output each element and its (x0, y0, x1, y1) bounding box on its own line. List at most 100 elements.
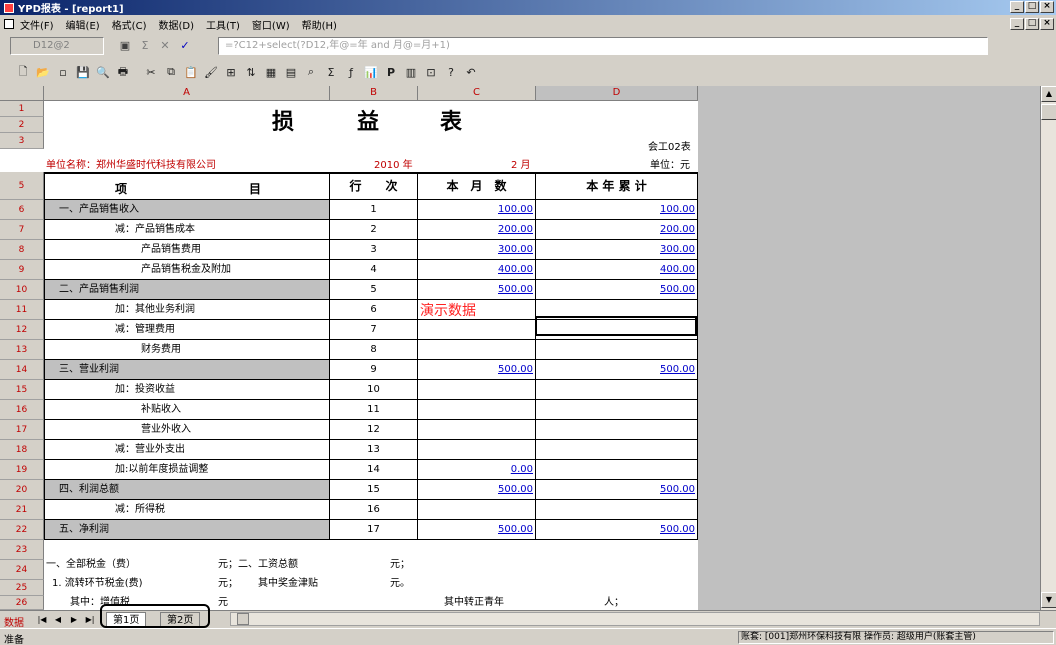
row-item-cell[interactable]: 产品销售税金及附加 (44, 260, 330, 280)
spreadsheet[interactable]: A B C D 1 2 3 5 6 7 8 9 10 11 12 13 14 15 16 17 18 19 20 21… (0, 86, 1040, 610)
row-header[interactable]: 21 (0, 500, 44, 520)
tab-page-2[interactable]: 第2页 (160, 612, 201, 628)
row-line-cell[interactable]: 6 (330, 300, 418, 320)
row-line-cell[interactable]: 3 (330, 240, 418, 260)
menu-tools[interactable]: 工具(T) (206, 17, 240, 32)
menu-help[interactable]: 帮助(H) (302, 17, 337, 32)
row-year-cell[interactable] (536, 420, 698, 440)
menu-edit[interactable]: 编辑(E) (66, 17, 100, 32)
row-header[interactable]: 16 (0, 400, 44, 420)
chart-icon[interactable]: 📊 (362, 63, 380, 81)
row-month-cell[interactable]: 500.00 (418, 520, 536, 540)
row-line-cell[interactable]: 17 (330, 520, 418, 540)
row-item-cell[interactable]: 营业外收入 (44, 420, 330, 440)
row-header[interactable]: 15 (0, 380, 44, 400)
row-month-cell[interactable] (418, 420, 536, 440)
row-line-cell[interactable]: 10 (330, 380, 418, 400)
row-year-cell[interactable] (536, 500, 698, 520)
sort-icon[interactable]: ⇅ (242, 63, 260, 81)
row-item-cell[interactable]: 四、利润总额 (44, 480, 330, 500)
document-icon[interactable] (4, 19, 14, 29)
row-item-cell[interactable]: 减：产品销售成本 (44, 220, 330, 240)
row-year-cell[interactable]: 300.00 (536, 240, 698, 260)
last-page-icon[interactable]: ▶| (84, 614, 96, 626)
new-icon[interactable]: 🗋 (14, 63, 32, 81)
row-year-cell[interactable]: 200.00 (536, 220, 698, 240)
row-month-cell[interactable]: 500.00 (418, 360, 536, 380)
row-item-cell[interactable]: 补贴收入 (44, 400, 330, 420)
header-line[interactable]: 行 次 (330, 172, 418, 200)
row-header[interactable]: 14 (0, 360, 44, 380)
row-header[interactable]: 5 (0, 172, 44, 200)
find-icon[interactable]: ⌕ (302, 63, 320, 81)
doc-close-button[interactable]: × (1040, 18, 1054, 30)
row-item-cell[interactable]: 产品销售费用 (44, 240, 330, 260)
menu-data[interactable]: 数据(D) (158, 17, 194, 32)
sum-tool-icon[interactable]: Σ (322, 63, 340, 81)
row-year-cell[interactable]: 100.00 (536, 200, 698, 220)
row-item-cell[interactable]: 减：所得税 (44, 500, 330, 520)
row-header[interactable]: 6 (0, 200, 44, 220)
row-line-cell[interactable]: 16 (330, 500, 418, 520)
row-header[interactable]: 7 (0, 220, 44, 240)
first-page-icon[interactable]: |◀ (36, 614, 48, 626)
row-item-cell[interactable]: 二、产品销售利润 (44, 280, 330, 300)
close-button[interactable]: × (1040, 1, 1054, 13)
row-header[interactable]: 24 (0, 560, 44, 580)
row-header[interactable]: 23 (0, 540, 44, 560)
row-header[interactable]: 22 (0, 520, 44, 540)
row-item-cell[interactable]: 加：投资收益 (44, 380, 330, 400)
row-year-cell[interactable] (536, 440, 698, 460)
row-header[interactable]: 2 (0, 117, 44, 133)
row-year-cell[interactable] (536, 380, 698, 400)
table-icon[interactable]: ▤ (282, 63, 300, 81)
row-item-cell[interactable]: 加：其他业务利润 (44, 300, 330, 320)
zoom-icon[interactable]: ⊡ (422, 63, 440, 81)
row-month-cell[interactable]: 100.00 (418, 200, 536, 220)
row-header[interactable]: 8 (0, 240, 44, 260)
row-month-cell[interactable] (418, 380, 536, 400)
header-year[interactable]: 本 年 累 计 (536, 172, 698, 200)
row-month-cell[interactable] (418, 400, 536, 420)
row-line-cell[interactable]: 2 (330, 220, 418, 240)
merge-icon[interactable]: ⊞ (222, 63, 240, 81)
cell-reference-box[interactable]: D12@2 (10, 37, 104, 55)
menu-file[interactable]: 文件(F) (20, 17, 54, 32)
header-month[interactable]: 本 月 数 (418, 172, 536, 200)
row-year-cell[interactable]: 500.00 (536, 360, 698, 380)
tab-page-1[interactable]: 第1页 (106, 612, 147, 628)
row-year-cell[interactable] (536, 340, 698, 360)
row-item-cell[interactable]: 五、净利润 (44, 520, 330, 540)
column-header-c[interactable]: C (418, 86, 536, 101)
column-header-a[interactable]: A (44, 86, 330, 101)
row-year-cell[interactable]: 500.00 (536, 520, 698, 540)
open-icon[interactable]: 📂 (34, 63, 52, 81)
save-icon[interactable]: 💾 (74, 63, 92, 81)
row-year-cell[interactable] (536, 460, 698, 480)
cut-icon[interactable]: ✂ (142, 63, 160, 81)
row-header[interactable]: 1 (0, 101, 44, 117)
formula-input[interactable]: =?C12+select(?D12,年@=年 and 月@=月+1) (218, 37, 988, 55)
row-line-cell[interactable]: 5 (330, 280, 418, 300)
row-line-cell[interactable]: 4 (330, 260, 418, 280)
copy-icon[interactable]: ⧉ (162, 63, 180, 81)
row-line-cell[interactable]: 8 (330, 340, 418, 360)
row-month-cell[interactable]: 500.00 (418, 480, 536, 500)
page-icon[interactable]: P (382, 63, 400, 81)
row-line-cell[interactable]: 13 (330, 440, 418, 460)
calc-icon[interactable]: ▥ (402, 63, 420, 81)
function-icon[interactable]: ▣ (118, 39, 132, 53)
row-header[interactable]: 18 (0, 440, 44, 460)
selected-cell-d12[interactable] (535, 316, 697, 336)
menu-format[interactable]: 格式(C) (112, 17, 147, 32)
row-line-cell[interactable]: 9 (330, 360, 418, 380)
row-month-cell[interactable]: 500.00 (418, 280, 536, 300)
grid-icon[interactable]: ▦ (262, 63, 280, 81)
row-header[interactable]: 13 (0, 340, 44, 360)
paste-icon[interactable]: 📋 (182, 63, 200, 81)
row-item-cell[interactable]: 三、营业利润 (44, 360, 330, 380)
row-header[interactable]: 20 (0, 480, 44, 500)
row-line-cell[interactable]: 1 (330, 200, 418, 220)
blank-icon[interactable]: ▫ (54, 63, 72, 81)
row-month-cell[interactable]: 400.00 (418, 260, 536, 280)
